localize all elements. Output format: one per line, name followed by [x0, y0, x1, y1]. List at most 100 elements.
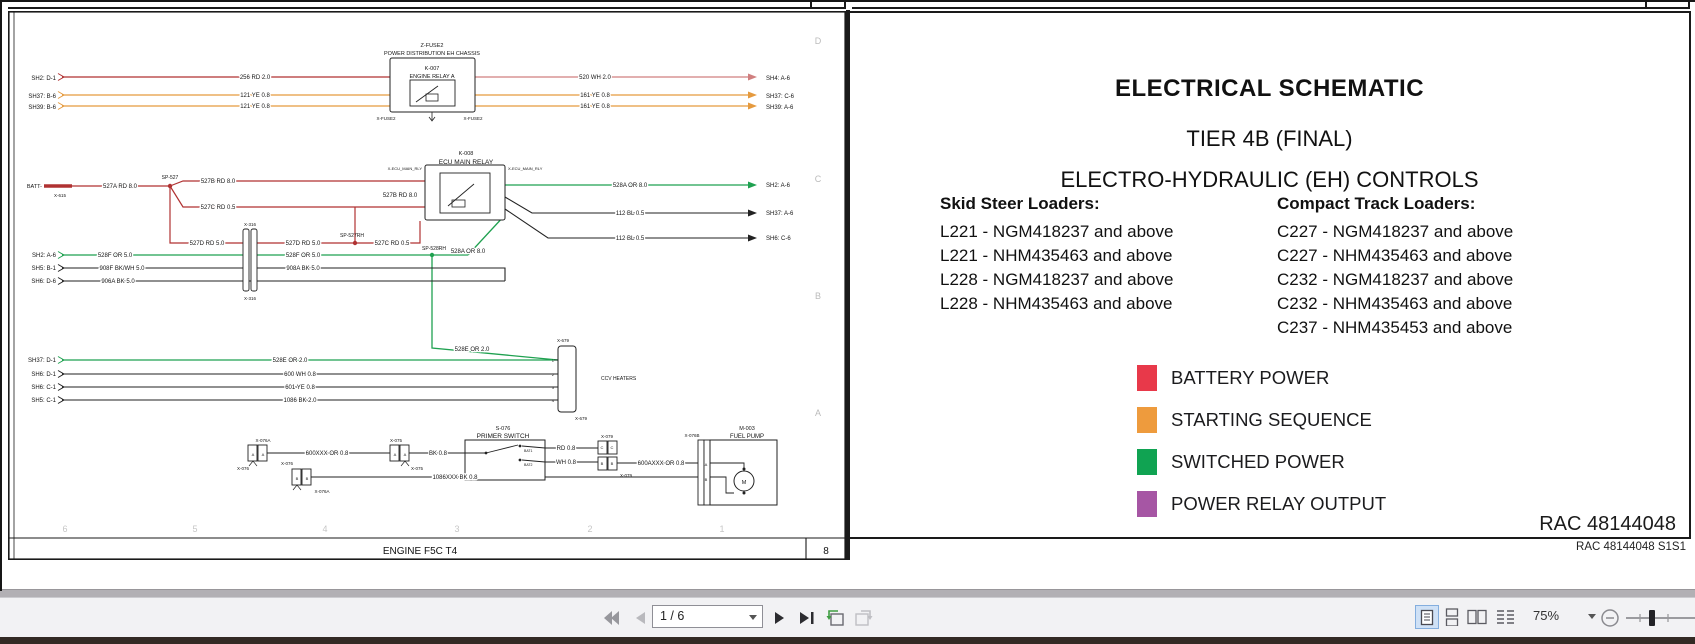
- schematic-label: S-076: [496, 426, 511, 432]
- schematic-label: 600XXX OR 0.8: [306, 451, 349, 457]
- last-page-button[interactable]: [795, 598, 819, 638]
- compact-track-list: Compact Track Loaders: C227 - NGM418237 …: [1277, 194, 1513, 340]
- legend-row: SWITCHED POWER: [1137, 449, 1386, 475]
- schematic-label: 4: [322, 524, 327, 534]
- schematic-label: B: [705, 477, 708, 482]
- page-number-value: 1 / 6: [660, 609, 685, 623]
- model-line: C227 - NHM435463 and above: [1277, 246, 1513, 265]
- schematic-label: SH6: D-1: [31, 372, 56, 378]
- schematic-label: 528A OR 8.0: [613, 183, 648, 189]
- schematic-page: Z-FUSE2 POWER DISTRIBUTION EH CHASSIS K-00…: [8, 11, 846, 561]
- schematic-label: 528A OR 8.0: [451, 249, 486, 255]
- schematic-label: A: [262, 452, 265, 457]
- schematic-label: SH6: C-1: [31, 385, 56, 391]
- schematic-label: SP-528RH: [422, 246, 446, 252]
- facing-view-button[interactable]: [1464, 606, 1490, 628]
- model-line: L228 - NHM435463 and above: [940, 294, 1173, 313]
- schematic-label: X-076: [237, 466, 250, 471]
- schematic-label: A: [394, 452, 397, 457]
- schematic-label: 600 WH 0.8: [284, 372, 316, 378]
- schematic-label: 527D RD 5.0: [190, 241, 225, 247]
- schematic-label: SH5: B-1: [32, 266, 57, 272]
- schematic-label: 527B RD 8.0: [383, 193, 418, 199]
- doc-number: RAC 48144048: [1539, 513, 1676, 535]
- previous-sheet-right-edge: [852, 7, 1690, 9]
- legend-label: BATTERY POWER: [1171, 367, 1330, 388]
- skid-steer-header: Skid Steer Loaders:: [940, 194, 1100, 213]
- compact-track-header: Compact Track Loaders:: [1277, 194, 1476, 213]
- previous-page-button[interactable]: [630, 598, 650, 638]
- zoom-dropdown-caret-icon[interactable]: [1588, 614, 1596, 619]
- schematic-label: X-075: [411, 466, 424, 471]
- zoom-level-value[interactable]: 75%: [1533, 608, 1559, 623]
- page-number-field[interactable]: 1 / 6: [652, 605, 763, 628]
- doc-title: ELECTRICAL SCHEMATIC: [1114, 75, 1425, 102]
- schematic-label: B: [601, 461, 604, 466]
- schematic-label: SH2: D-1: [31, 76, 56, 82]
- schematic-label: 528F OR 5.0: [286, 253, 321, 259]
- schematic-label: A: [705, 462, 708, 467]
- schematic-label: A: [815, 408, 821, 418]
- schematic-label: 8: [823, 546, 829, 557]
- continuous-view-button[interactable]: [1441, 606, 1463, 628]
- zoom-slider: [1601, 609, 1695, 627]
- previous-page-icon: [635, 612, 645, 624]
- next-page-button[interactable]: [769, 598, 789, 638]
- model-line: C237 - NHM435453 and above: [1277, 318, 1513, 337]
- schematic-label: FUEL PUMP: [730, 434, 764, 440]
- schematic-label: PRIMER SWITCH: [477, 433, 530, 440]
- model-line: C232 - NHM435463 and above: [1277, 294, 1513, 313]
- schematic-label: SH2: A-6: [766, 183, 791, 189]
- schematic-label: X-079: [601, 434, 614, 439]
- schematic-label: 906A BK 5.0: [101, 279, 135, 285]
- schematic-label: BAT1: [524, 449, 533, 453]
- zoom-slider-handle[interactable]: [1649, 610, 1655, 626]
- wire-color-legend: BATTERY POWER STARTING SEQUENCE SWITCHED…: [1137, 365, 1386, 533]
- single-page-view-button[interactable]: [1415, 605, 1439, 629]
- previous-view-button[interactable]: [824, 598, 848, 638]
- window-bottom-edge: [0, 637, 1695, 644]
- doc-subtitle-controls: ELECTRO-HYDRAULIC (EH) CONTROLS: [1060, 167, 1479, 192]
- schematic-label: 1086 BK 2.0: [283, 398, 317, 404]
- first-page-icon: [604, 611, 619, 625]
- legend-swatch-starting: [1137, 407, 1157, 433]
- schematic-label: B: [296, 476, 299, 481]
- schematic-label: SP-527RH: [340, 233, 364, 239]
- continuous-view-icon: [1445, 608, 1459, 626]
- schematic-label: M-003: [739, 426, 755, 432]
- facing-continuous-view-button[interactable]: [1492, 606, 1518, 628]
- schematic-label: SH37: A-6: [766, 211, 794, 217]
- first-page-button[interactable]: [600, 598, 624, 638]
- schematic-label: X-316: [244, 222, 257, 227]
- facing-continuous-view-icon: [1497, 609, 1514, 624]
- schematic-label: POWER DISTRIBUTION EH CHASSIS: [384, 51, 480, 57]
- legend-label: STARTING SEQUENCE: [1171, 409, 1372, 430]
- model-line: C227 - NGM418237 and above: [1277, 222, 1514, 241]
- schematic-label: 121 YE 0.8: [240, 93, 270, 99]
- schematic-label: 1086XXX BK 0.8: [432, 475, 478, 481]
- viewer-toolbar: 1 / 6 75%: [0, 597, 1695, 638]
- legend-label: SWITCHED POWER: [1171, 451, 1345, 472]
- skid-steer-list: Skid Steer Loaders: L221 - NGM418237 and…: [940, 194, 1173, 316]
- schematic-label: 528E OR 2.0: [455, 347, 490, 353]
- schematic-label: X-076A: [255, 438, 270, 443]
- page-dropdown-caret-icon: [749, 615, 757, 620]
- schematic-label: X-679: [575, 416, 588, 421]
- pdf-viewer-window: GROUNDING SYSTEM ENGINE F5C T4: [0, 0, 1695, 644]
- schematic-label: X-ECU_MAIN_RLY: [508, 166, 543, 171]
- schematic-label: X-316: [244, 296, 257, 301]
- schematic-label: 5: [192, 524, 197, 534]
- schematic-label: B: [611, 461, 614, 466]
- schematic-label: C: [611, 445, 614, 450]
- next-view-button[interactable]: [851, 598, 875, 638]
- title-page: ELECTRICAL SCHEMATIC TIER 4B (FINAL) ELE…: [850, 11, 1691, 539]
- schematic-label: SH37: B-6: [28, 94, 56, 100]
- schematic-label: 600AXXX OR 0.8: [638, 461, 685, 467]
- schematic-label: X-076A: [314, 489, 329, 494]
- schematic-label: ENGINE RELAY A: [409, 74, 454, 80]
- schematic-label: 1: [719, 524, 724, 534]
- schematic-label: SH5: C-1: [31, 398, 56, 404]
- schematic-label: M: [742, 480, 747, 486]
- facing-view-icon: [1467, 609, 1487, 625]
- next-page-icon: [774, 612, 784, 624]
